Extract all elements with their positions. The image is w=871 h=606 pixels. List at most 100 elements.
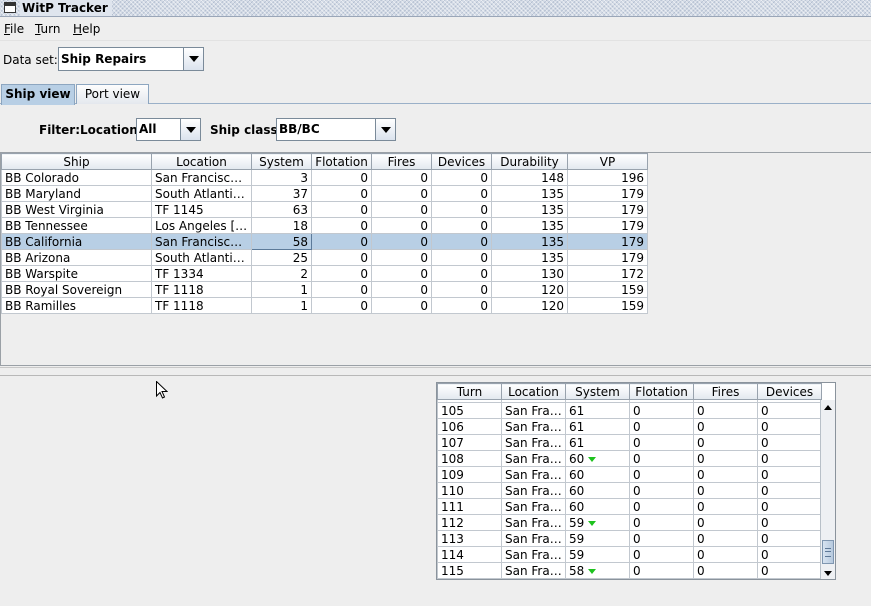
table-cell[interactable]: TF 1334 (151, 265, 252, 282)
table-cell[interactable]: 60 (565, 498, 630, 515)
table-cell[interactable]: 0 (629, 530, 694, 547)
table-cell[interactable]: 0 (693, 482, 758, 499)
table-cell[interactable]: 179 (567, 217, 648, 234)
table-cell[interactable]: BB Maryland (1, 185, 152, 202)
table-cell[interactable]: 113 (437, 530, 502, 547)
column-header[interactable]: Durability (491, 153, 568, 170)
table-cell[interactable]: 0 (431, 281, 492, 298)
table-cell[interactable]: 111 (437, 498, 502, 515)
table-cell[interactable]: San Fran... (501, 402, 566, 419)
table-cell[interactable]: 0 (311, 265, 372, 282)
table-cell[interactable]: San Francisco [... (151, 169, 252, 186)
table-cell[interactable]: 0 (629, 562, 694, 579)
table-cell[interactable]: 0 (431, 249, 492, 266)
table-cell[interactable]: 0 (629, 514, 694, 531)
table-cell[interactable]: 0 (311, 249, 372, 266)
table-cell[interactable]: 0 (693, 402, 758, 419)
table-cell[interactable]: BB Royal Sovereign (1, 281, 152, 298)
table-cell[interactable]: BB Arizona (1, 249, 152, 266)
table-cell[interactable]: 59 (565, 546, 630, 563)
table-row[interactable]: BB Ramilles TF 1118 1 0 0 0 120 159 (1, 297, 648, 314)
table-cell[interactable]: 37 (251, 185, 312, 202)
table-cell[interactable]: 135 (491, 217, 568, 234)
table-cell[interactable]: 135 (491, 249, 568, 266)
table-cell[interactable]: 135 (491, 233, 568, 250)
table-cell[interactable]: 135 (491, 201, 568, 218)
table-cell[interactable]: 63 (251, 201, 312, 218)
table-cell[interactable]: San Fran... (501, 514, 566, 531)
table-cell[interactable]: 0 (629, 466, 694, 483)
table-cell[interactable]: 120 (491, 297, 568, 314)
column-header[interactable]: Fires (371, 153, 432, 170)
menu-turn[interactable]: Turn (35, 22, 60, 36)
table-cell[interactable]: 107 (437, 434, 502, 451)
table-cell[interactable]: 61 (565, 418, 630, 435)
table-cell[interactable]: 59 (565, 530, 630, 547)
tab-ship-view[interactable]: Ship view (1, 84, 75, 105)
table-cell[interactable]: BB California (1, 233, 152, 250)
table-cell[interactable]: 114 (437, 546, 502, 563)
table-cell[interactable]: TF 1118 (151, 281, 252, 298)
table-cell[interactable]: 3 (251, 169, 312, 186)
table-cell[interactable]: 130 (491, 265, 568, 282)
table-cell[interactable]: 109 (437, 466, 502, 483)
table-row[interactable]: 105 San Fran... 61 0 0 0 (437, 402, 822, 419)
table-cell[interactable]: 0 (757, 514, 822, 531)
table-cell[interactable]: 196 (567, 169, 648, 186)
table-cell[interactable]: 179 (567, 233, 648, 250)
column-header[interactable]: Devices (757, 383, 822, 400)
table-cell[interactable]: 179 (567, 249, 648, 266)
table-cell[interactable]: 59 (565, 514, 630, 531)
chevron-down-icon[interactable] (183, 48, 203, 70)
menu-file[interactable]: File (4, 22, 24, 36)
table-cell[interactable]: 0 (693, 514, 758, 531)
table-cell[interactable]: 0 (311, 297, 372, 314)
table-cell[interactable]: San Fran... (501, 434, 566, 451)
column-header[interactable]: Fires (693, 383, 758, 400)
table-cell[interactable]: 0 (431, 297, 492, 314)
chevron-down-icon[interactable] (180, 119, 200, 140)
table-cell[interactable]: 0 (311, 233, 372, 250)
table-cell[interactable]: San Fran... (501, 418, 566, 435)
table-cell[interactable]: 0 (757, 482, 822, 499)
table-cell[interactable]: 0 (629, 498, 694, 515)
table-row[interactable]: 115 San Fran... 58 0 0 0 (437, 562, 822, 579)
table-cell[interactable]: 0 (431, 265, 492, 282)
table-row[interactable]: 107 San Fran... 61 0 0 0 (437, 434, 822, 451)
table-cell[interactable]: 0 (371, 249, 432, 266)
table-row[interactable]: 112 San Fran... 59 0 0 0 (437, 514, 822, 531)
history-table[interactable]: Turn Location System Flotation Fires Devices … (437, 383, 822, 579)
column-header[interactable]: Flotation (311, 153, 372, 170)
table-cell[interactable]: 0 (757, 450, 822, 467)
table-row[interactable]: BB Tennessee Los Angeles [C... 18 0 0 0 135 179 (1, 217, 648, 234)
table-cell[interactable]: 0 (757, 562, 822, 579)
table-cell[interactable]: 135 (491, 185, 568, 202)
table-row[interactable]: 114 San Fran... 59 0 0 0 (437, 546, 822, 563)
table-cell[interactable]: San Francisco [... (151, 233, 252, 250)
history-scrollbar[interactable] (820, 400, 835, 579)
table-cell[interactable]: 0 (311, 185, 372, 202)
table-cell[interactable]: 0 (629, 546, 694, 563)
table-cell[interactable]: 0 (757, 498, 822, 515)
table-cell[interactable]: 115 (437, 562, 502, 579)
table-cell[interactable]: 0 (693, 562, 758, 579)
table-cell[interactable]: 0 (311, 281, 372, 298)
table-cell[interactable]: 61 (565, 402, 630, 419)
table-cell[interactable]: 0 (693, 530, 758, 547)
table-cell[interactable]: 0 (693, 546, 758, 563)
table-cell[interactable]: 0 (629, 450, 694, 467)
table-cell[interactable]: 0 (371, 297, 432, 314)
table-cell[interactable]: BB Warspite (1, 265, 152, 282)
table-cell[interactable]: 0 (757, 434, 822, 451)
table-row[interactable]: 110 San Fran... 60 0 0 0 (437, 482, 822, 499)
table-cell[interactable]: 25 (251, 249, 312, 266)
table-cell[interactable]: 179 (567, 185, 648, 202)
table-cell[interactable]: 0 (431, 169, 492, 186)
column-header[interactable]: Location (151, 153, 252, 170)
table-cell[interactable]: 0 (757, 530, 822, 547)
table-row[interactable]: 111 San Fran... 60 0 0 0 (437, 498, 822, 515)
location-select[interactable]: All (136, 118, 201, 141)
menu-help[interactable]: Help (73, 22, 100, 36)
shipclass-select[interactable]: BB/BC (276, 118, 396, 141)
table-cell[interactable]: 0 (693, 418, 758, 435)
